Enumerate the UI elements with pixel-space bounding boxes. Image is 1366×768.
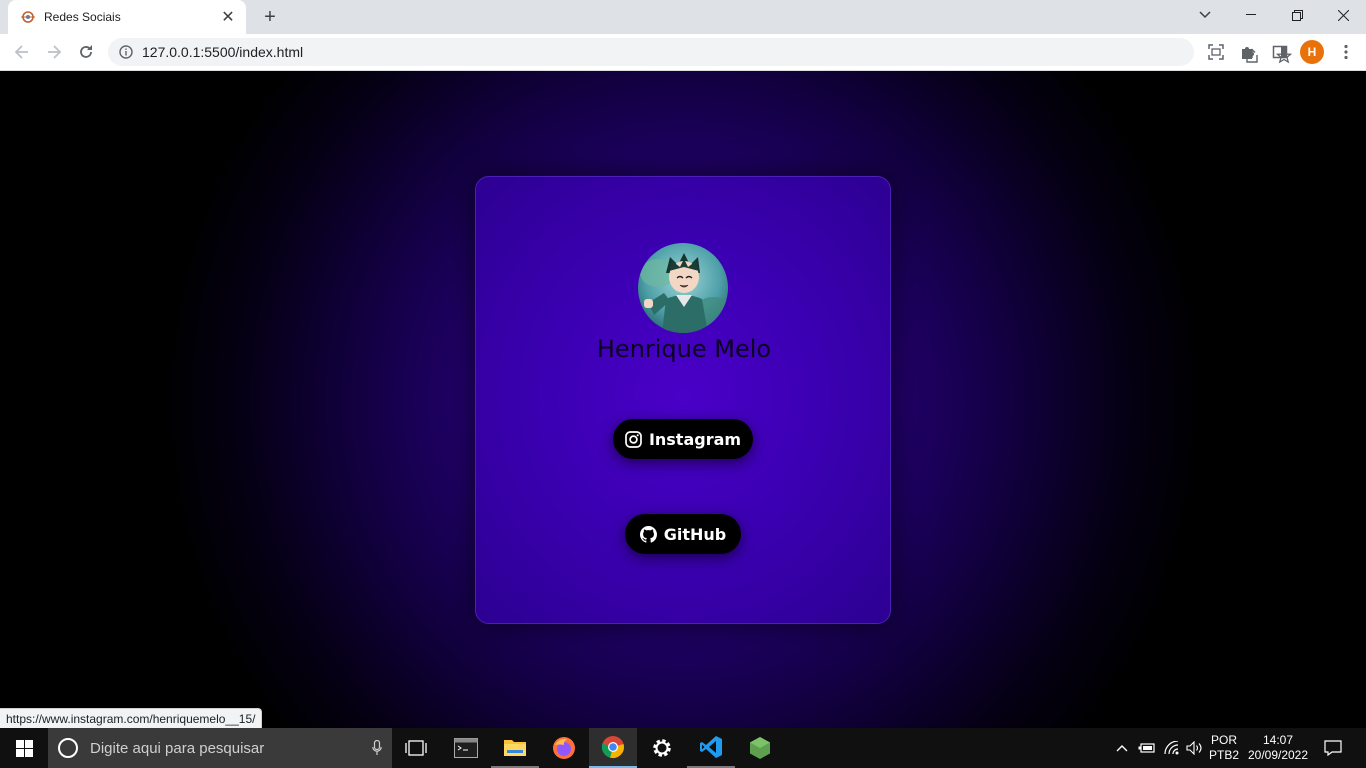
forward-button[interactable] xyxy=(40,38,68,66)
instagram-label: Instagram xyxy=(648,429,742,449)
reload-button[interactable] xyxy=(72,38,100,66)
site-info-icon[interactable] xyxy=(118,44,134,60)
volume-speaker-icon[interactable] xyxy=(1184,728,1206,768)
vscode-icon[interactable] xyxy=(687,728,735,768)
terminal-app-icon[interactable] xyxy=(442,728,490,768)
clock-date: 20/09/2022 xyxy=(1247,748,1309,762)
extensions-puzzle-icon[interactable] xyxy=(1234,38,1262,66)
address-bar[interactable]: 127.0.0.1:5500/index.html xyxy=(108,38,1292,66)
side-panel-icon[interactable] xyxy=(1266,38,1294,66)
battery-icon[interactable] xyxy=(1136,728,1158,768)
restore-button[interactable] xyxy=(1274,0,1320,30)
profile-name: Henrique Melo xyxy=(596,335,772,363)
clock-time: 14:07 xyxy=(1262,733,1294,747)
github-label: GitHub xyxy=(663,524,727,544)
task-view-icon[interactable] xyxy=(392,728,440,768)
back-button[interactable] xyxy=(8,38,36,66)
profile-picture xyxy=(638,243,728,333)
profile-card: Henrique Melo Instagram GitHub xyxy=(475,176,891,624)
settings-gear-icon[interactable] xyxy=(638,728,686,768)
nodejs-app-icon[interactable] xyxy=(736,728,784,768)
windows-taskbar: Digite aqui para pesquisar POR PTB2 14:0… xyxy=(0,728,1366,768)
status-bar-link-preview: https://www.instagram.com/henriquemelo__… xyxy=(0,708,263,728)
github-icon xyxy=(640,525,658,543)
taskbar-search-box[interactable]: Digite aqui para pesquisar xyxy=(48,728,392,768)
instagram-button[interactable]: Instagram xyxy=(613,419,753,459)
url-text: 127.0.0.1:5500/index.html xyxy=(142,44,304,60)
chrome-menu-icon[interactable] xyxy=(1332,38,1360,66)
language-code: POR xyxy=(1210,733,1237,747)
tab-title: Redes Sociais xyxy=(44,10,121,24)
start-button[interactable] xyxy=(0,728,48,768)
search-placeholder: Digite aqui para pesquisar xyxy=(90,739,265,757)
firefox-icon[interactable] xyxy=(540,728,588,768)
browser-tab-strip: Redes Sociais ✕ + xyxy=(0,0,1366,34)
system-clock[interactable]: 14:07 20/09/2022 xyxy=(1244,728,1312,768)
new-tab-button[interactable]: + xyxy=(258,6,282,28)
live-server-icon xyxy=(20,9,36,25)
tab-close-icon[interactable]: ✕ xyxy=(220,9,236,26)
profile-avatar[interactable]: H xyxy=(1298,38,1326,66)
browser-tab[interactable]: Redes Sociais ✕ xyxy=(8,0,246,34)
close-window-button[interactable] xyxy=(1320,0,1366,30)
chrome-icon[interactable] xyxy=(589,728,637,768)
minimize-button[interactable] xyxy=(1228,0,1274,30)
microphone-icon[interactable] xyxy=(362,740,392,756)
notification-center-icon[interactable] xyxy=(1318,728,1348,768)
profile-initial: H xyxy=(1300,40,1324,64)
github-button[interactable]: GitHub xyxy=(625,514,741,554)
page-viewport: Henrique Melo Instagram GitHub https://w… xyxy=(0,71,1366,728)
tab-search-button[interactable] xyxy=(1182,0,1228,30)
input-language-indicator[interactable]: POR PTB2 xyxy=(1208,728,1240,768)
browser-toolbar: 127.0.0.1:5500/index.html H xyxy=(0,34,1366,71)
instagram-icon xyxy=(625,430,643,448)
screen-capture-icon[interactable] xyxy=(1202,38,1230,66)
show-hidden-icons-chevron-icon[interactable] xyxy=(1112,728,1132,768)
keyboard-layout: PTB2 xyxy=(1208,748,1239,762)
network-wifi-icon[interactable] xyxy=(1160,728,1184,768)
file-explorer-icon[interactable] xyxy=(491,728,539,768)
cortana-icon xyxy=(58,738,78,758)
